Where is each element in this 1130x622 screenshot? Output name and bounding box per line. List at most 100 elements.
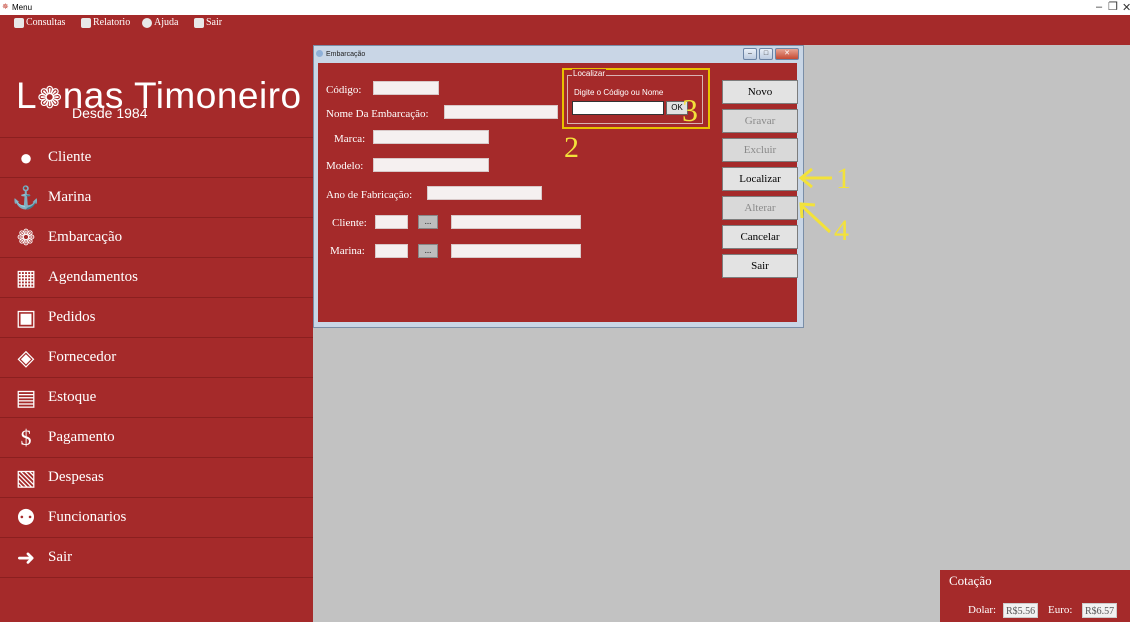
- dialog-window-controls: – □ ✕: [743, 48, 799, 60]
- window-titlebar: ✵ Menu – ❐ ✕: [0, 0, 1130, 15]
- marina-label: Marina:: [330, 245, 365, 257]
- marca-label: Marca:: [334, 133, 366, 145]
- marina-lookup-button[interactable]: ...: [418, 244, 438, 258]
- excluir-button[interactable]: Excluir: [722, 138, 798, 162]
- sidebar-item-cliente[interactable]: ● Cliente: [0, 137, 313, 177]
- codigo-label: Código:: [326, 84, 362, 96]
- gravar-button[interactable]: Gravar: [722, 109, 798, 133]
- menu-consultas[interactable]: Consultas: [14, 17, 65, 28]
- window-title: Menu: [12, 3, 33, 12]
- codigo-input[interactable]: [373, 81, 439, 95]
- alterar-button[interactable]: Alterar: [722, 196, 798, 220]
- calendar-icon: ▦: [15, 264, 37, 290]
- cliente-lookup-button[interactable]: ...: [418, 215, 438, 229]
- expenses-icon: ▧: [15, 464, 37, 490]
- restore-icon[interactable]: ❐: [1108, 0, 1118, 13]
- localizar-search-input[interactable]: [572, 101, 664, 115]
- modelo-label: Modelo:: [326, 160, 364, 172]
- sidebar-item-label: Marina: [48, 189, 92, 205]
- supplier-icon: ◈: [17, 344, 35, 370]
- marina-code-input[interactable]: [375, 244, 408, 258]
- payment-icon: $: [20, 424, 32, 450]
- brand-tagline: Desde 1984: [72, 105, 148, 121]
- minimize-icon[interactable]: –: [1096, 1, 1102, 13]
- menu-label: Relatorio: [93, 17, 131, 28]
- consultas-icon: [14, 17, 24, 28]
- embarcacao-dialog: Embarcação – □ ✕ Código: Nome Da Embarca…: [313, 45, 804, 328]
- sidebar-item-funcionarios[interactable]: ⚉ Funcionarios: [0, 497, 313, 537]
- nome-label: Nome Da Embarcação:: [326, 108, 429, 120]
- menu-ajuda[interactable]: Ajuda: [142, 17, 178, 28]
- sidebar-item-label: Pedidos: [48, 309, 96, 325]
- nome-input[interactable]: [444, 105, 558, 119]
- annotation-1: 1: [836, 162, 851, 195]
- cotacao-title: Cotação: [949, 573, 992, 588]
- menu-label: Consultas: [26, 17, 66, 28]
- sidebar-item-agendamentos[interactable]: ▦ Agendamentos: [0, 257, 313, 297]
- sidebar-item-label: Despesas: [48, 469, 104, 485]
- sidebar-item-fornecedor[interactable]: ◈ Fornecedor: [0, 337, 313, 377]
- modelo-input[interactable]: [373, 158, 489, 172]
- app-icon: ✵: [2, 2, 9, 11]
- sidebar-item-pedidos[interactable]: ▣ Pedidos: [0, 297, 313, 337]
- cancelar-button[interactable]: Cancelar: [722, 225, 798, 249]
- close-icon[interactable]: ✕: [1122, 1, 1130, 14]
- user-icon: ●: [19, 144, 33, 170]
- annotation-2: 2: [564, 131, 579, 164]
- stock-icon: ▤: [15, 384, 37, 410]
- dolar-value: R$5.56: [1003, 603, 1039, 618]
- dialog-close-icon[interactable]: ✕: [775, 48, 799, 60]
- sair-button[interactable]: Sair: [722, 254, 798, 278]
- annotation-3: 3: [682, 92, 698, 128]
- dolar-label: Dolar:: [968, 604, 997, 616]
- ship-wheel-icon: ❁: [37, 82, 63, 115]
- sidebar-item-label: Agendamentos: [48, 269, 138, 285]
- logo-text-prefix: L: [16, 75, 38, 116]
- sidebar-item-label: Sair: [48, 549, 73, 565]
- report-icon: [81, 17, 91, 28]
- dialog-titlebar: Embarcação – □ ✕: [314, 46, 803, 62]
- ship-wheel-icon: ❁: [16, 224, 36, 250]
- sidebar: L❁nas Timoneiro Desde 1984 ● Cliente ⚓ M…: [0, 45, 313, 622]
- arrow-4-icon: [799, 202, 832, 234]
- sidebar-item-estoque[interactable]: ▤ Estoque: [0, 377, 313, 417]
- cliente-code-input[interactable]: [375, 215, 408, 229]
- marca-input[interactable]: [373, 130, 489, 144]
- help-icon: [142, 17, 152, 28]
- sidebar-item-label: Embarcação: [48, 229, 123, 245]
- anchor-icon: ⚓: [12, 184, 40, 210]
- sidebar-item-label: Cliente: [48, 149, 92, 165]
- cotacao-panel: Cotação Dolar: R$5.56 Euro: R$6.57: [940, 570, 1130, 622]
- menu-bar: Consultas Relatorio Ajuda Sair: [0, 15, 1130, 45]
- localizar-button[interactable]: Localizar: [722, 167, 798, 191]
- dialog-title: Embarcação: [326, 50, 366, 58]
- employees-icon: ⚉: [16, 504, 36, 530]
- menu-relatorio[interactable]: Relatorio: [81, 17, 130, 28]
- sidebar-item-label: Pagamento: [48, 429, 115, 445]
- exit-icon: [194, 17, 204, 28]
- euro-value: R$6.57: [1082, 603, 1118, 618]
- sidebar-item-pagamento[interactable]: $ Pagamento: [0, 417, 313, 457]
- cliente-label: Cliente:: [332, 217, 367, 229]
- menu-sair[interactable]: Sair: [194, 17, 222, 28]
- localizar-hint: Digite o Código ou Nome: [574, 88, 664, 97]
- brand-logo: L❁nas Timoneiro: [16, 75, 302, 117]
- exit-icon: ➜: [16, 544, 36, 570]
- ano-label: Ano de Fabricação:: [326, 189, 413, 201]
- marina-name-input[interactable]: [451, 244, 581, 258]
- cliente-name-input[interactable]: [451, 215, 581, 229]
- euro-label: Euro:: [1048, 604, 1073, 616]
- localizar-legend: Localizar: [572, 69, 607, 78]
- ano-input[interactable]: [427, 186, 542, 200]
- novo-button[interactable]: Novo: [722, 80, 798, 104]
- sidebar-item-label: Fornecedor: [48, 349, 117, 365]
- sidebar-item-label: Funcionarios: [48, 509, 127, 525]
- sidebar-item-embarcacao[interactable]: ❁ Embarcação: [0, 217, 313, 257]
- annotation-4: 4: [834, 214, 849, 247]
- dialog-minimize-icon[interactable]: –: [743, 48, 757, 60]
- sidebar-item-label: Estoque: [48, 389, 97, 405]
- sidebar-item-despesas[interactable]: ▧ Despesas: [0, 457, 313, 497]
- sidebar-item-marina[interactable]: ⚓ Marina: [0, 177, 313, 217]
- dialog-maximize-icon[interactable]: □: [759, 48, 773, 60]
- sidebar-item-sair[interactable]: ➜ Sair: [0, 537, 313, 578]
